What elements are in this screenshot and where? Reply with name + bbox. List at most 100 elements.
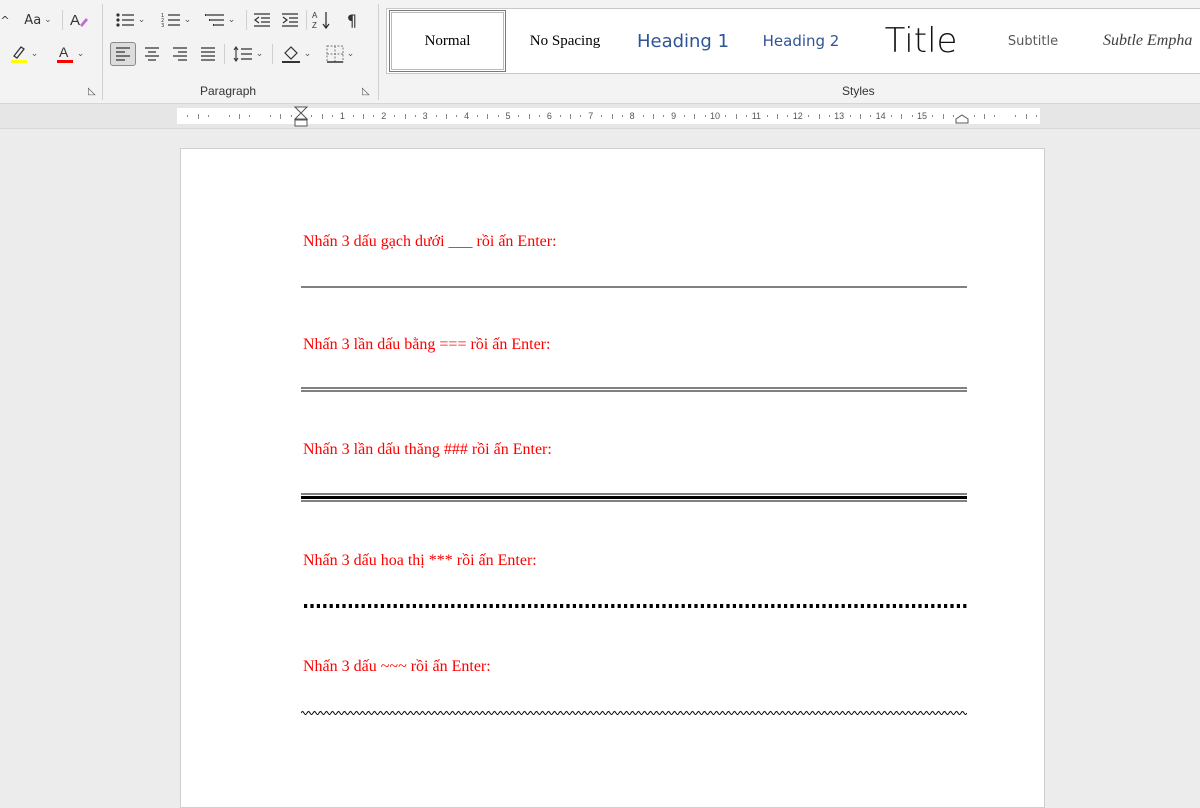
horizontal-ruler[interactable]: 1 2 3 4 5 6 7 8 9 10 11 12 13 14 15: [177, 106, 1040, 127]
ruler-tick: [1015, 115, 1017, 117]
ruler-number: 11: [751, 111, 762, 121]
ruler-tick: [735, 113, 737, 119]
shading-button[interactable]: ⌄: [276, 42, 316, 66]
chevron-down-icon: ⌄: [30, 49, 39, 59]
borders-button[interactable]: ⌄: [320, 42, 360, 66]
ruler-tick: [694, 113, 696, 119]
ruler-tick: [528, 113, 530, 119]
ruler-tick: [611, 113, 613, 119]
line-spacing-button[interactable]: ⌄: [228, 42, 268, 66]
style-normal[interactable]: Normal: [389, 10, 506, 72]
show-formatting-marks-button[interactable]: ¶: [340, 8, 364, 32]
increase-indent-button[interactable]: [278, 8, 302, 32]
ruler-number: 7: [588, 111, 594, 121]
ruler-number: 15: [916, 111, 928, 121]
sort-icon: A Z: [312, 11, 330, 30]
first-line-indent-marker-icon[interactable]: [294, 106, 308, 128]
ruler-tick: [228, 115, 230, 117]
ruler-tick: [269, 115, 271, 117]
numbering-button[interactable]: 123 ⌄: [156, 8, 196, 32]
highlight-color-bar: [10, 60, 27, 63]
ruler-tick: [766, 115, 768, 117]
paint-bucket-icon: [281, 46, 300, 63]
ruler-tick: [953, 115, 955, 117]
ruler-tick: [704, 115, 706, 117]
wavy-border: [301, 711, 967, 715]
ruler-tick: [683, 115, 685, 117]
change-case-label: Aa: [24, 12, 42, 28]
doc-paragraph[interactable]: Nhấn 3 lần dấu thăng ### rồi ấn Enter:: [303, 441, 552, 459]
align-left-icon: [116, 47, 130, 61]
double-line-border: [301, 387, 967, 392]
ruler-tick: [476, 115, 478, 117]
line-spacing-icon: [233, 46, 252, 62]
divider: [224, 44, 225, 64]
doc-paragraph[interactable]: Nhấn 3 lần dấu bằng === rồi ấn Enter:: [303, 336, 550, 354]
chevron-down-icon: ⌄: [137, 15, 146, 25]
ruler-tick: [942, 113, 944, 119]
style-heading-1[interactable]: Heading 1: [625, 9, 741, 73]
pilcrow-icon: ¶: [346, 10, 358, 30]
decrease-indent-button[interactable]: [250, 8, 274, 32]
divider: [246, 10, 247, 30]
ruler-tick: [901, 113, 903, 119]
doc-paragraph[interactable]: Nhấn 3 dấu gạch dưới ___ rồi ấn Enter:: [303, 233, 557, 251]
text-highlight-color-button[interactable]: ⌄: [4, 42, 44, 66]
ruler-tick: [746, 115, 748, 117]
paragraph-dialog-launcher-icon[interactable]: ◺: [362, 86, 370, 97]
doc-paragraph[interactable]: Nhấn 3 dấu hoa thị *** rồi ấn Enter:: [303, 552, 537, 570]
ruler-tick: [456, 115, 458, 117]
ruler-tick: [973, 115, 975, 117]
ruler-tick: [238, 113, 240, 119]
ruler-tick: [487, 113, 489, 119]
style-label: Title: [884, 21, 958, 61]
ruler-tick: [642, 115, 644, 117]
sort-button[interactable]: A Z: [310, 8, 334, 32]
right-indent-marker-icon[interactable]: [955, 114, 969, 124]
ruler-number: 14: [875, 111, 886, 121]
ruler-tick: [725, 115, 727, 117]
ruler-tick: [652, 113, 654, 119]
styles-group-label: Styles: [842, 84, 875, 98]
ruler-number: 12: [792, 111, 803, 121]
font-color-button[interactable]: A ⌄: [50, 42, 90, 66]
change-case-button[interactable]: Aa ⌄: [18, 8, 58, 32]
ruler-number: 4: [464, 111, 470, 121]
ruler-tick: [332, 115, 334, 117]
ruler-tick: [828, 115, 830, 117]
document-page[interactable]: Nhấn 3 dấu gạch dưới ___ rồi ấn Enter: N…: [180, 148, 1045, 808]
multilevel-list-icon: [204, 14, 224, 26]
multilevel-list-button[interactable]: ⌄: [200, 8, 240, 32]
grow-font-button[interactable]: ^: [0, 8, 10, 32]
ruler-number: 2: [381, 111, 387, 121]
font-dialog-launcher-icon[interactable]: ◺: [88, 86, 96, 97]
chevron-down-icon: ⌄: [76, 49, 85, 59]
ruler-tick: [197, 113, 199, 119]
chevron-down-icon: ⌄: [346, 49, 355, 59]
style-label: No Spacing: [529, 32, 601, 49]
font-color-icon: A: [56, 44, 73, 63]
ruler-tick: [870, 115, 872, 117]
ruler-tick: [518, 115, 520, 117]
style-subtitle[interactable]: Subtitle: [983, 9, 1083, 73]
doc-paragraph[interactable]: Nhấn 3 dấu ~~~ rồi ấn Enter:: [303, 658, 491, 676]
justify-button[interactable]: [196, 42, 220, 66]
ruler-tick: [621, 115, 623, 117]
align-center-icon: [145, 47, 159, 61]
highlighter-icon: [10, 46, 27, 63]
style-subtle-emphasis[interactable]: Subtle Empha: [1087, 9, 1200, 73]
ruler-tick: [435, 115, 437, 117]
ruler-number: 9: [671, 111, 677, 121]
align-center-button[interactable]: [140, 42, 164, 66]
bullets-button[interactable]: ⌄: [110, 8, 150, 32]
style-heading-2[interactable]: Heading 2: [743, 9, 859, 73]
clear-formatting-button[interactable]: A: [66, 8, 92, 32]
ruler-tick: [373, 115, 375, 117]
ruler-number: 3: [422, 111, 428, 121]
style-no-spacing[interactable]: No Spacing: [507, 9, 623, 73]
chevron-down-icon: ⌄: [183, 15, 192, 25]
ruler-tick: [570, 113, 572, 119]
align-left-button[interactable]: [110, 42, 136, 66]
align-right-button[interactable]: [168, 42, 192, 66]
style-title[interactable]: Title: [861, 9, 981, 73]
